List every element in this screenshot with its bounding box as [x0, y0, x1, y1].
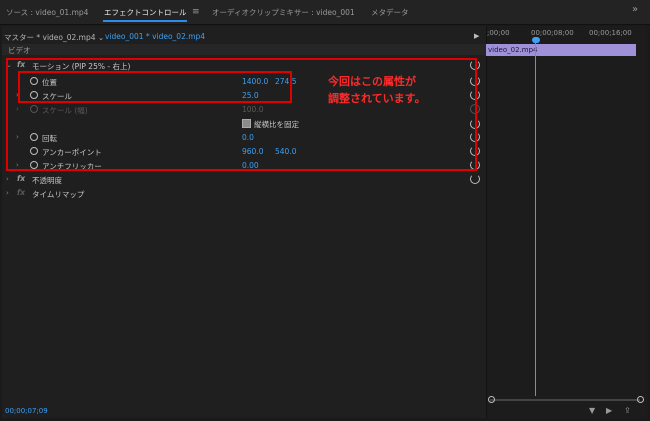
- expand-timeremap-icon[interactable]: ›: [6, 189, 9, 197]
- fx-badge-icon: fx: [17, 188, 26, 197]
- expand-opacity-icon[interactable]: ›: [6, 175, 9, 183]
- current-timecode[interactable]: 00;00;07;09: [5, 407, 48, 415]
- timeremap-effect-row[interactable]: › fx タイムリマップ: [2, 188, 486, 199]
- playhead-line: [535, 40, 536, 396]
- scroll-start-handle[interactable]: [488, 396, 495, 403]
- ruler-tick-label: 00;00;16;00: [589, 29, 632, 37]
- annotation-text: 今回はこの属性が 調整されています。: [328, 75, 426, 105]
- play-icon[interactable]: ▶: [474, 32, 479, 40]
- panel-menu-icon[interactable]: ≡: [192, 7, 200, 17]
- playhead-handle[interactable]: [532, 37, 540, 43]
- timeline-clip[interactable]: video_02.mp4: [486, 44, 636, 56]
- clip-label: video_02.mp4: [488, 46, 538, 54]
- tab-effect-controls[interactable]: エフェクトコントロール: [104, 7, 187, 18]
- fx-badge-icon[interactable]: fx: [17, 174, 25, 183]
- video-section-header: ビデオ: [2, 44, 486, 55]
- export-icon[interactable]: ⇪: [624, 406, 631, 415]
- timeremap-label: タイムリマップ: [32, 190, 85, 199]
- timeline-scrollbar[interactable]: [490, 399, 640, 401]
- play-only-icon[interactable]: ▶: [606, 406, 612, 415]
- opacity-effect-row[interactable]: › fx 不透明度: [2, 174, 486, 185]
- tab-audio-clip-mixer[interactable]: オーディオクリップミキサー : video_001: [212, 7, 355, 18]
- tab-source[interactable]: ソース : video_01.mp4: [6, 7, 88, 18]
- master-clip-selector[interactable]: マスター * video_02.mp4 ⌄: [4, 32, 104, 43]
- ruler-tick-label: 00;00;08;00: [531, 29, 574, 37]
- position-scale-highlight-box: [18, 71, 292, 103]
- more-panels-icon[interactable]: »: [632, 4, 638, 15]
- active-tab-indicator: [103, 20, 187, 22]
- sequence-clip-link[interactable]: video_001 * video_02.mp4: [105, 32, 205, 41]
- timeline-panel: [486, 26, 647, 418]
- reset-opacity-icon[interactable]: [470, 174, 480, 184]
- chevron-down-icon: ⌄: [97, 33, 105, 42]
- tab-metadata[interactable]: メタデータ: [371, 7, 409, 18]
- scroll-end-handle[interactable]: [637, 396, 644, 403]
- time-ruler[interactable]: ;00;00 00;00;08;00 00;00;16;00: [487, 29, 646, 41]
- ruler-tick-label: ;00;00: [487, 29, 510, 37]
- filter-icon[interactable]: ▼: [589, 406, 595, 415]
- opacity-label: 不透明度: [32, 176, 62, 185]
